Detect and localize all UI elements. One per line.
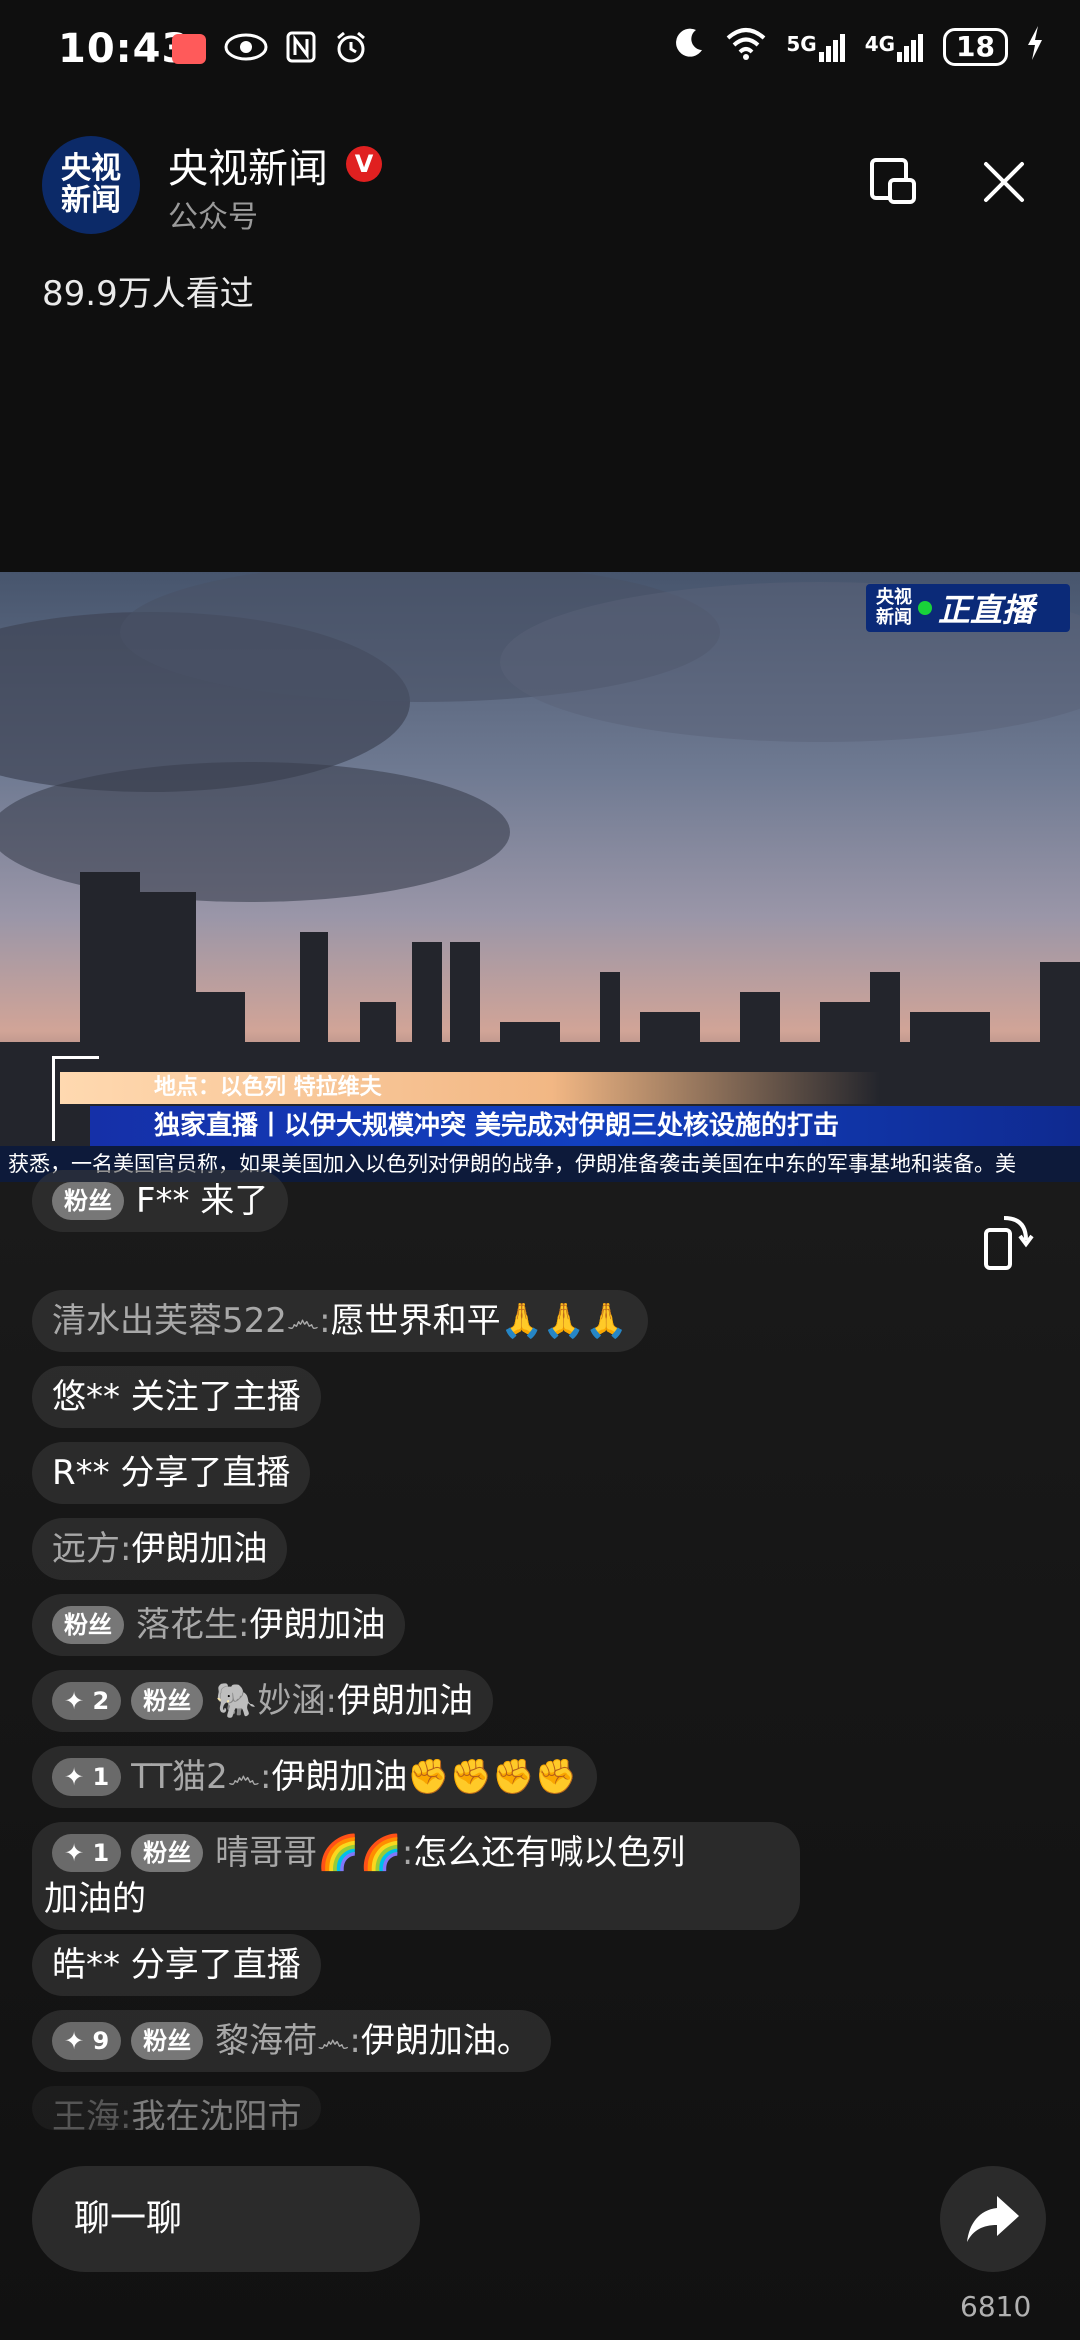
level-badge: ✦ 2 <box>52 1682 122 1720</box>
fan-badge: 粉丝 <box>52 1182 124 1220</box>
headline-bar: 独家直播丨以伊大规模冲突 美完成对伊朗三处核设施的打击 <box>90 1106 1080 1146</box>
nfc-icon <box>286 31 316 67</box>
channel-avatar[interactable]: 央视 新闻 <box>42 136 140 234</box>
location-bar: 地点：以色列 特拉维夫 <box>60 1072 880 1104</box>
charging-icon <box>1026 26 1044 67</box>
comment-item[interactable]: 粉丝 F** 来了 <box>32 1170 289 1232</box>
comment-item[interactable]: 皓** 分享了直播 <box>32 1934 321 1996</box>
comment-text: 怎么还有喊以色列 <box>413 1833 686 1873</box>
comment-text: 皓** 分享了直播 <box>52 1945 301 1985</box>
level-badge: ✦ 9 <box>52 2022 122 2060</box>
comment-item[interactable]: ✦ 1 TT猫2෴: 伊朗加油✊✊✊✊ <box>32 1746 597 1808</box>
battery-icon: 18 <box>943 27 1008 66</box>
share-count: 6810 <box>960 2290 1032 2323</box>
status-time: 10:43 <box>58 26 191 72</box>
moon-icon <box>672 26 706 67</box>
close-button[interactable] <box>976 154 1032 210</box>
pip-icon <box>870 158 916 204</box>
comment-user: 远方: <box>52 1529 132 1569</box>
comment-item[interactable]: ✦ 2 粉丝 🐘妙涵: 伊朗加油 <box>32 1670 493 1732</box>
channel-name[interactable]: 央视新闻 <box>168 136 328 194</box>
comment-text: 悠** 关注了主播 <box>52 1377 301 1417</box>
comment-text: 伊朗加油 <box>336 1681 473 1721</box>
comment-text: F** 来了 <box>136 1181 269 1221</box>
comment-item[interactable]: ✦ 9 粉丝 黎海荷෴: 伊朗加油。 <box>32 2010 551 2072</box>
comment-text: 伊朗加油 <box>249 1605 386 1645</box>
comment-item[interactable]: 清水出芙蓉522෴: 愿世界和平🙏🙏🙏 <box>32 1290 648 1352</box>
comment-user: 黎海荷෴: <box>215 2021 361 2061</box>
live-logo-line2: 新闻 <box>876 607 912 628</box>
comment-text: 伊朗加油 <box>131 1529 268 1569</box>
comment-user: TT猫2෴: <box>131 1757 272 1797</box>
viewer-count: 89.9万人看过 <box>42 274 254 314</box>
comment-item[interactable]: 王海: 我在沈阳市 <box>32 2086 322 2130</box>
chat-input[interactable]: 聊一聊 <box>32 2166 420 2272</box>
status-left-icons <box>172 30 368 68</box>
comment-user: 清水出芙蓉522෴: <box>52 1301 331 1341</box>
comment-item[interactable]: ✦ 1 粉丝 晴哥哥🌈🌈: 怎么还有喊以色列 加油的 <box>32 1822 800 1930</box>
video-frame-scenery <box>0 572 1080 1146</box>
status-bar: 10:43 5G 4G 18 <box>0 0 1080 100</box>
comment-text: 伊朗加油✊✊✊✊ <box>271 1757 577 1797</box>
status-right-icons: 5G 4G 18 <box>672 26 1044 67</box>
live-badge-text: 正直播 <box>938 591 1035 629</box>
picture-in-picture-button[interactable] <box>866 154 922 210</box>
alarm-icon <box>334 30 368 68</box>
fan-badge: 粉丝 <box>131 1834 204 1872</box>
share-button[interactable] <box>940 2166 1046 2272</box>
comment-item[interactable]: 粉丝 落花生: 伊朗加油 <box>32 1594 406 1656</box>
comment-item[interactable]: 远方: 伊朗加油 <box>32 1518 288 1580</box>
avatar-line2: 新闻 <box>61 183 121 218</box>
level-badge: ✦ 1 <box>52 1758 122 1796</box>
fan-badge: 粉丝 <box>131 1682 204 1720</box>
share-icon <box>967 2196 1019 2242</box>
wifi-icon <box>724 26 768 67</box>
live-logo-line1: 央视 <box>876 587 912 608</box>
comment-item[interactable]: R** 分享了直播 <box>32 1442 311 1504</box>
comment-text-continued: 加油的 <box>44 1879 146 1919</box>
comment-user: 晴哥哥🌈🌈: <box>215 1833 414 1873</box>
rotate-screen-button[interactable] <box>980 1210 1036 1274</box>
rotate-icon <box>984 1216 1034 1270</box>
comment-text: 伊朗加油。 <box>360 2021 531 2061</box>
comment-user: 🐘妙涵: <box>215 1681 337 1721</box>
live-badge: 央视 新闻 正直播 <box>866 584 1070 632</box>
fan-badge: 粉丝 <box>131 2022 204 2060</box>
fan-badge: 粉丝 <box>52 1606 124 1644</box>
verified-badge: V <box>346 146 382 182</box>
channel-type: 公众号 <box>168 200 258 235</box>
level-badge: ✦ 1 <box>52 1834 122 1872</box>
comment-text: 愿世界和平🙏🙏🙏 <box>330 1301 628 1341</box>
network-5g-label: 5G <box>786 31 817 56</box>
comment-user: 落花生: <box>136 1605 250 1645</box>
avatar-line1: 央视 <box>61 151 121 186</box>
comment-text: 我在沈阳市 <box>131 2097 302 2130</box>
app-notification-icon <box>172 34 206 64</box>
comment-item[interactable]: 悠** 关注了主播 <box>32 1366 321 1428</box>
comment-text: R** 分享了直播 <box>52 1453 291 1493</box>
live-video-player[interactable]: 央视 新闻 正直播 地点：以色列 特拉维夫 独家直播丨以伊大规模冲突 美完成对伊… <box>0 572 1080 1182</box>
live-badge-logo: 央视 新闻 <box>874 588 914 628</box>
eye-icon <box>224 32 268 66</box>
signal-5g-icon: 5G <box>786 32 846 62</box>
signal-4g-icon: 4G <box>865 32 925 62</box>
network-4g-label: 4G <box>864 31 896 56</box>
comment-user: 王海: <box>52 2097 132 2130</box>
close-icon <box>984 162 1024 202</box>
live-dot-icon <box>918 601 932 615</box>
